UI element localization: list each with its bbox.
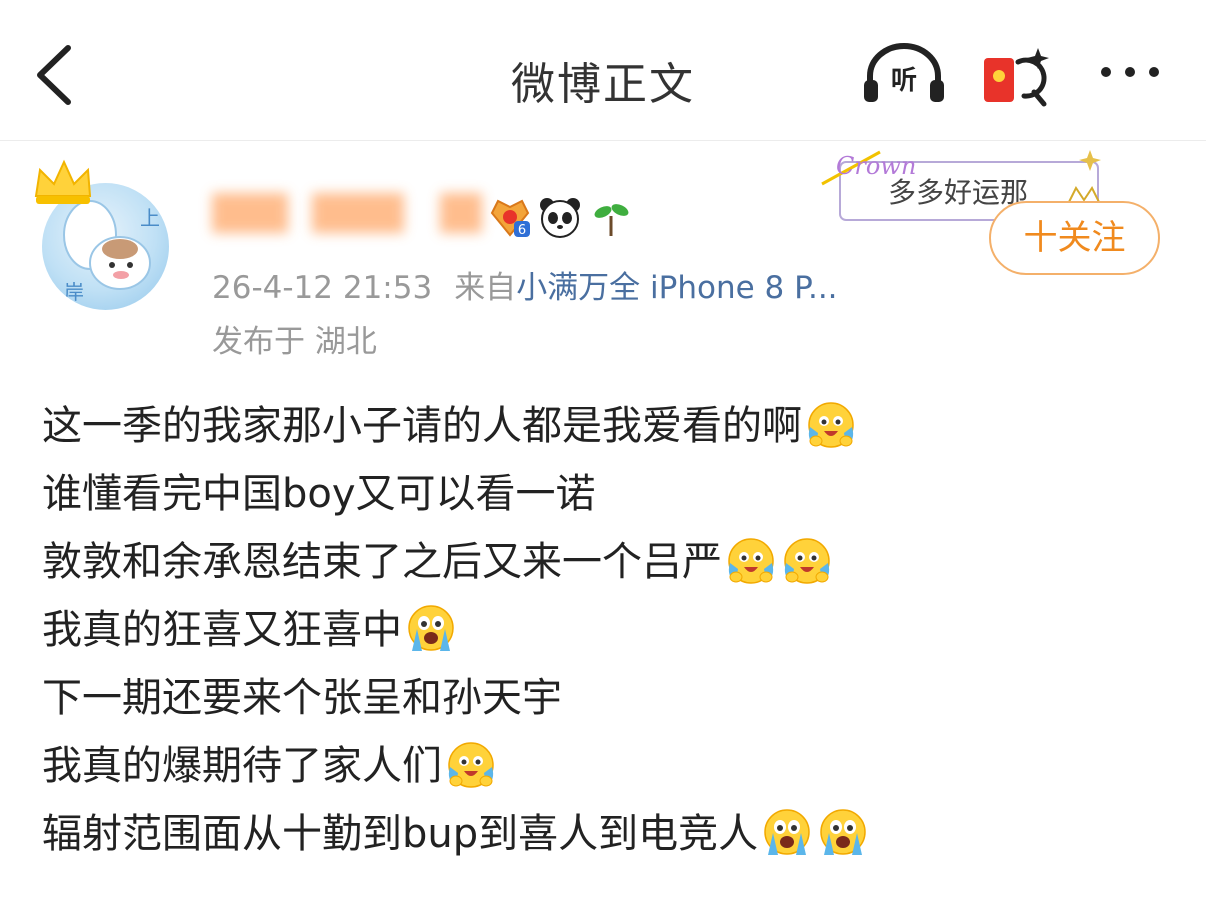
vip-level-badge-icon[interactable]: 6: [488, 195, 532, 239]
cry-laugh-icon: [444, 737, 498, 791]
username-blurred-2: [312, 193, 404, 233]
post-text-line-text: 谁懂看完中国boy又可以看一诺: [42, 471, 596, 517]
post-text-line: 谁懂看完中国boy又可以看一诺: [42, 460, 1172, 528]
follow-button[interactable]: 十关注: [989, 201, 1160, 275]
username-blurred-3: [440, 193, 482, 233]
decoration-text: 多多好运那: [888, 176, 1028, 209]
post-text-line-text: 这一季的我家那小子请的人都是我爱看的啊: [42, 403, 802, 449]
cry-laugh-icon: [804, 397, 858, 451]
post-text-line: 下一期还要来个张呈和孙天宇: [42, 664, 1172, 732]
post-text-line-text: 我真的狂喜又狂喜中: [42, 607, 402, 653]
post-source-link[interactable]: 小满万全 iPhone 8 P...: [516, 270, 837, 306]
red-packet-icon[interactable]: [982, 44, 1052, 108]
post-text-line: 辐射范围面从十勤到bup到喜人到电竞人: [42, 800, 1172, 868]
post-text-line-text: 下一期还要来个张呈和孙天宇: [42, 675, 562, 721]
listen-button[interactable]: 听: [862, 42, 946, 104]
post-region: 发布于 湖北: [212, 324, 377, 360]
post-text-line: 我真的狂喜又狂喜中: [42, 596, 1172, 664]
post-text-line-text: 敦敦和余承恩结束了之后又来一个吕严: [42, 539, 722, 585]
listen-label: 听: [890, 66, 917, 96]
vip-level-number: 6: [518, 223, 526, 238]
post-timestamp: 26-4-12 21:53: [212, 270, 433, 306]
post-text-line: 敦敦和余承恩结束了之后又来一个吕严: [42, 528, 1172, 596]
post-text-line: 我真的爆期待了家人们: [42, 732, 1172, 800]
crying-icon: [816, 805, 870, 859]
cry-laugh-icon: [724, 533, 778, 587]
crying-icon: [760, 805, 814, 859]
crying-icon: [404, 601, 458, 655]
cry-laugh-icon: [780, 533, 834, 587]
crown-icon: [34, 159, 92, 204]
post-meta: 26-4-12 21:53 来自小满万全 iPhone 8 P...: [212, 262, 838, 307]
post-text-line-text: 辐射范围面从十勤到bup到喜人到电竞人: [42, 811, 759, 857]
post-text-line-text: 我真的爆期待了家人们: [42, 743, 442, 789]
source-prefix: 来自: [454, 270, 517, 306]
avatar-text-bottom: 岸: [64, 280, 84, 304]
username-blurred[interactable]: [212, 193, 288, 233]
top-nav-bar: 微博正文 听: [0, 0, 1206, 141]
post-content: 这一季的我家那小子请的人都是我爱看的啊 谁懂看完中国boy又可以看一诺敦敦和余承恩…: [42, 392, 1172, 868]
sprout-badge-icon[interactable]: [592, 198, 630, 238]
more-options-icon[interactable]: [1098, 62, 1162, 82]
avatar-text-top: 上: [140, 206, 160, 230]
panda-badge-icon[interactable]: [538, 195, 582, 239]
post-text-line: 这一季的我家那小子请的人都是我爱看的啊: [42, 392, 1172, 460]
